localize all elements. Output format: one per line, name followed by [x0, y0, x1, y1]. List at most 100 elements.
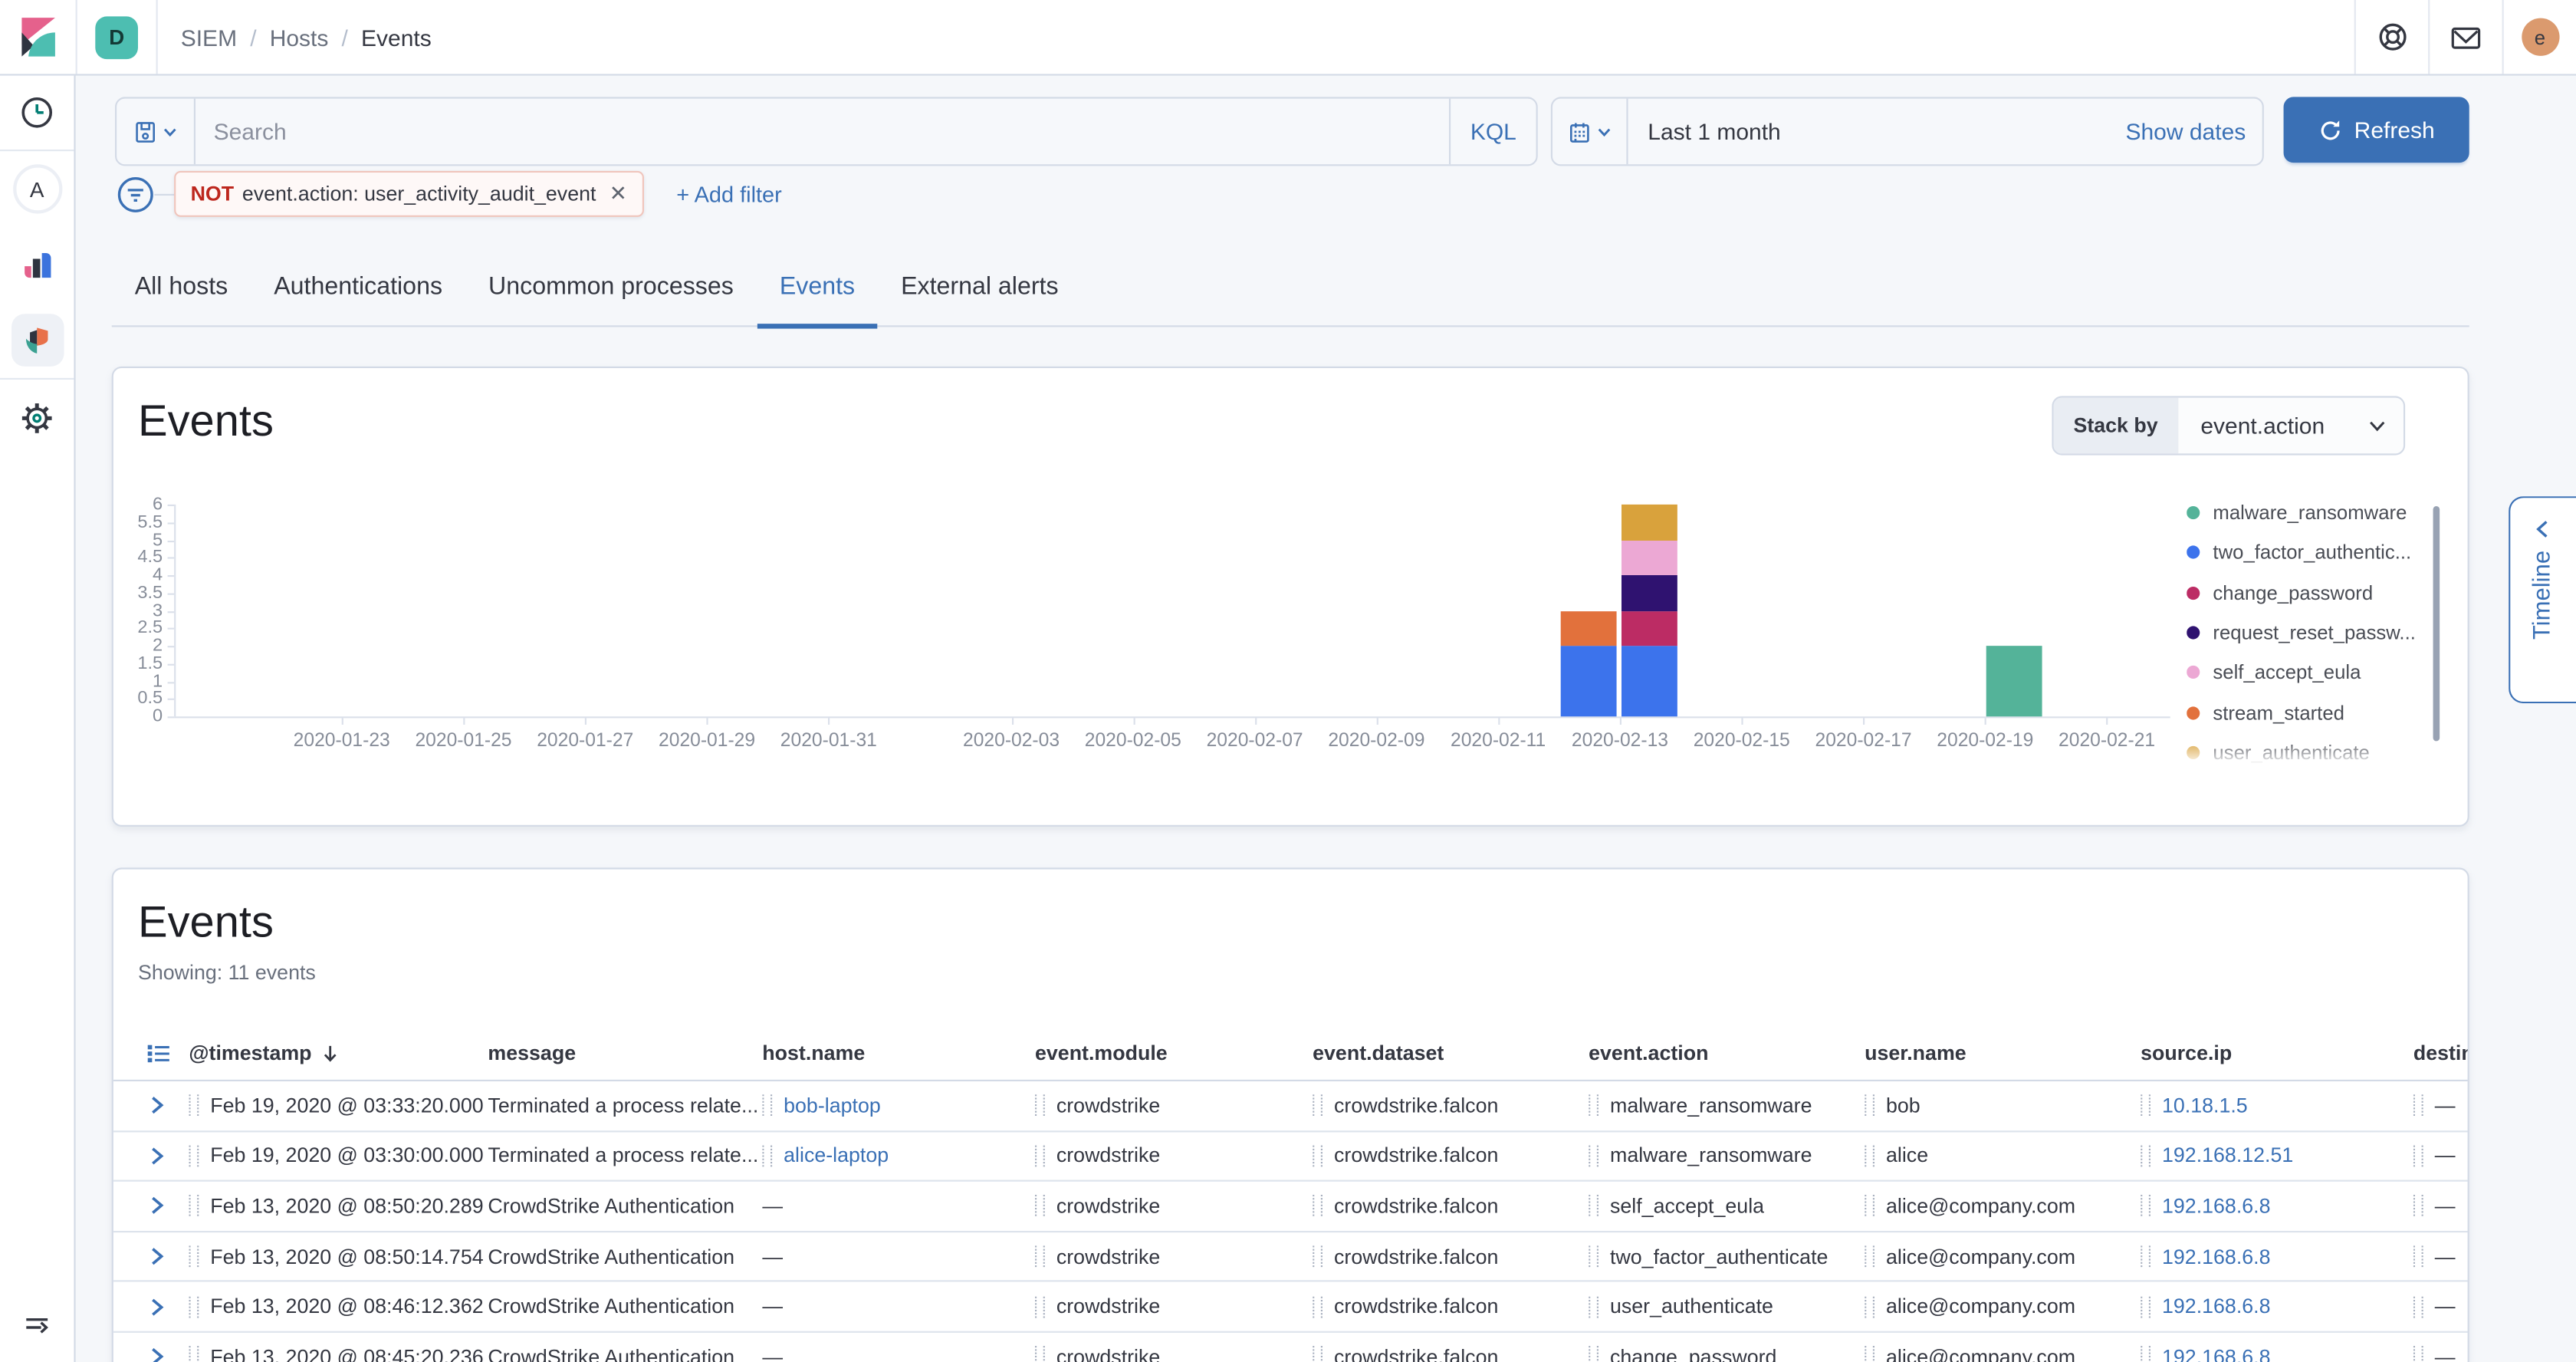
drag-handle[interactable]: [2141, 1196, 2150, 1217]
drag-handle[interactable]: [189, 1196, 199, 1217]
drag-handle[interactable]: [1589, 1196, 1598, 1217]
drag-handle[interactable]: [1589, 1245, 1598, 1267]
drag-handle[interactable]: [1035, 1296, 1045, 1318]
drag-handle[interactable]: [1313, 1145, 1322, 1166]
drag-handle[interactable]: [1865, 1145, 1875, 1166]
drag-handle[interactable]: [1589, 1347, 1598, 1362]
bar-segment-user_authenticate[interactable]: [1621, 505, 1677, 540]
bar-segment-request_reset_password[interactable]: [1621, 575, 1677, 610]
drag-handle[interactable]: [2141, 1296, 2150, 1318]
select-columns-button[interactable]: [146, 1042, 171, 1065]
drag-handle[interactable]: [1313, 1095, 1322, 1117]
drag-handle[interactable]: [189, 1095, 199, 1117]
newsfeed-button[interactable]: [2430, 0, 2502, 74]
drag-handle[interactable]: [1865, 1296, 1875, 1318]
drag-handle[interactable]: [1035, 1196, 1045, 1217]
column-header-timestamp[interactable]: @timestamp: [189, 1042, 488, 1065]
sidebar-item-visualize[interactable]: [0, 227, 74, 303]
drag-handle[interactable]: [2141, 1245, 2150, 1267]
legend-item-stream_started[interactable]: stream_started: [2187, 693, 2446, 732]
breadcrumb-hosts[interactable]: Hosts: [270, 24, 329, 50]
legend-item-request_reset_password[interactable]: request_reset_passw...: [2187, 613, 2446, 653]
drag-handle[interactable]: [1035, 1245, 1045, 1267]
column-header-sourceip[interactable]: source.ip: [2141, 1042, 2413, 1065]
sidebar-item-app-a[interactable]: A: [0, 151, 74, 227]
legend-item-user_authenticate[interactable]: user_authenticate: [2187, 732, 2446, 762]
search-input[interactable]: [196, 118, 1449, 144]
expand-event-button[interactable]: [146, 1245, 168, 1267]
bar-segment-two_factor_authenticate[interactable]: [1621, 646, 1677, 716]
value-source-ip[interactable]: 192.168.6.8: [2162, 1345, 2271, 1361]
date-range-value[interactable]: Last 1 month: [1628, 118, 2109, 144]
help-button[interactable]: [2356, 0, 2428, 74]
expand-event-button[interactable]: [146, 1196, 168, 1217]
drag-handle[interactable]: [1313, 1296, 1322, 1318]
bar-segment-change_password[interactable]: [1621, 610, 1677, 646]
filter-pill[interactable]: NOT event.action: user_activity_audit_ev…: [174, 171, 643, 217]
drag-handle[interactable]: [2141, 1347, 2150, 1362]
tab-all-hosts[interactable]: All hosts: [112, 268, 251, 328]
column-header-eventmodule[interactable]: event.module: [1035, 1042, 1313, 1065]
legend-item-malware_ransomware[interactable]: malware_ransomware: [2187, 493, 2446, 533]
bar-segment-malware_ransomware[interactable]: [1986, 646, 2042, 716]
date-quick-select-button[interactable]: [1552, 99, 1628, 165]
column-header-destinationip[interactable]: destination.ip: [2413, 1042, 2469, 1065]
drag-handle[interactable]: [1865, 1095, 1875, 1117]
drag-handle[interactable]: [1865, 1196, 1875, 1217]
refresh-button[interactable]: Refresh: [2284, 97, 2469, 163]
drag-handle[interactable]: [2141, 1095, 2150, 1117]
drag-handle[interactable]: [189, 1245, 199, 1267]
expand-event-button[interactable]: [146, 1145, 168, 1166]
filter-options-button[interactable]: [115, 174, 154, 213]
drag-handle[interactable]: [2141, 1145, 2150, 1166]
drag-handle[interactable]: [1313, 1245, 1322, 1267]
value-source-ip[interactable]: 192.168.6.8: [2162, 1245, 2271, 1268]
column-header-eventdataset[interactable]: event.dataset: [1313, 1042, 1589, 1065]
add-filter-button[interactable]: + Add filter: [666, 180, 791, 208]
drag-handle[interactable]: [1589, 1095, 1598, 1117]
expand-nav-button[interactable]: [0, 1303, 74, 1352]
kql-toggle-button[interactable]: KQL: [1449, 99, 1536, 165]
drag-handle[interactable]: [1865, 1245, 1875, 1267]
column-header-message[interactable]: message: [488, 1042, 762, 1065]
drag-handle[interactable]: [189, 1296, 199, 1318]
drag-handle[interactable]: [762, 1095, 772, 1117]
stack-by-select[interactable]: event.action: [2177, 413, 2404, 439]
remove-filter-icon[interactable]: ✕: [610, 181, 627, 207]
drag-handle[interactable]: [189, 1145, 199, 1166]
drag-handle[interactable]: [2413, 1296, 2423, 1318]
sidebar-item-management[interactable]: [0, 380, 74, 456]
drag-handle[interactable]: [189, 1347, 199, 1362]
value-host-name[interactable]: bob-laptop: [784, 1094, 881, 1117]
kibana-logo[interactable]: [0, 0, 76, 74]
value-source-ip[interactable]: 192.168.12.51: [2162, 1144, 2293, 1167]
legend-item-change_password[interactable]: change_password: [2187, 573, 2446, 613]
expand-event-button[interactable]: [146, 1347, 168, 1362]
drag-handle[interactable]: [1865, 1347, 1875, 1362]
drag-handle[interactable]: [2413, 1095, 2423, 1117]
drag-handle[interactable]: [2413, 1196, 2423, 1217]
drag-handle[interactable]: [1313, 1196, 1322, 1217]
timeline-flyout-toggle[interactable]: Timeline: [2509, 496, 2576, 703]
drag-handle[interactable]: [2413, 1347, 2423, 1362]
tab-authentications[interactable]: Authentications: [251, 268, 465, 328]
bar-segment-self_accept_eula[interactable]: [1621, 540, 1677, 575]
value-host-name[interactable]: alice-laptop: [784, 1144, 889, 1167]
bar-segment-two_factor_authenticate[interactable]: [1560, 646, 1616, 716]
drag-handle[interactable]: [1313, 1347, 1322, 1362]
drag-handle[interactable]: [1589, 1296, 1598, 1318]
legend-item-self_accept_eula[interactable]: self_accept_eula: [2187, 653, 2446, 693]
space-badge[interactable]: D: [95, 15, 138, 58]
tab-events[interactable]: Events: [757, 268, 878, 328]
breadcrumb-siem[interactable]: SIEM: [181, 24, 237, 50]
tab-external-alerts[interactable]: External alerts: [878, 268, 1081, 328]
recently-viewed-button[interactable]: [0, 74, 74, 150]
drag-handle[interactable]: [762, 1145, 772, 1166]
drag-handle[interactable]: [1035, 1145, 1045, 1166]
expand-event-button[interactable]: [146, 1296, 168, 1318]
saved-query-button[interactable]: [117, 99, 196, 165]
bar-segment-stream_started[interactable]: [1560, 610, 1616, 646]
legend-item-two_factor_authenticate[interactable]: two_factor_authentic...: [2187, 533, 2446, 573]
sidebar-item-siem[interactable]: [0, 302, 74, 378]
value-source-ip[interactable]: 192.168.6.8: [2162, 1195, 2271, 1218]
